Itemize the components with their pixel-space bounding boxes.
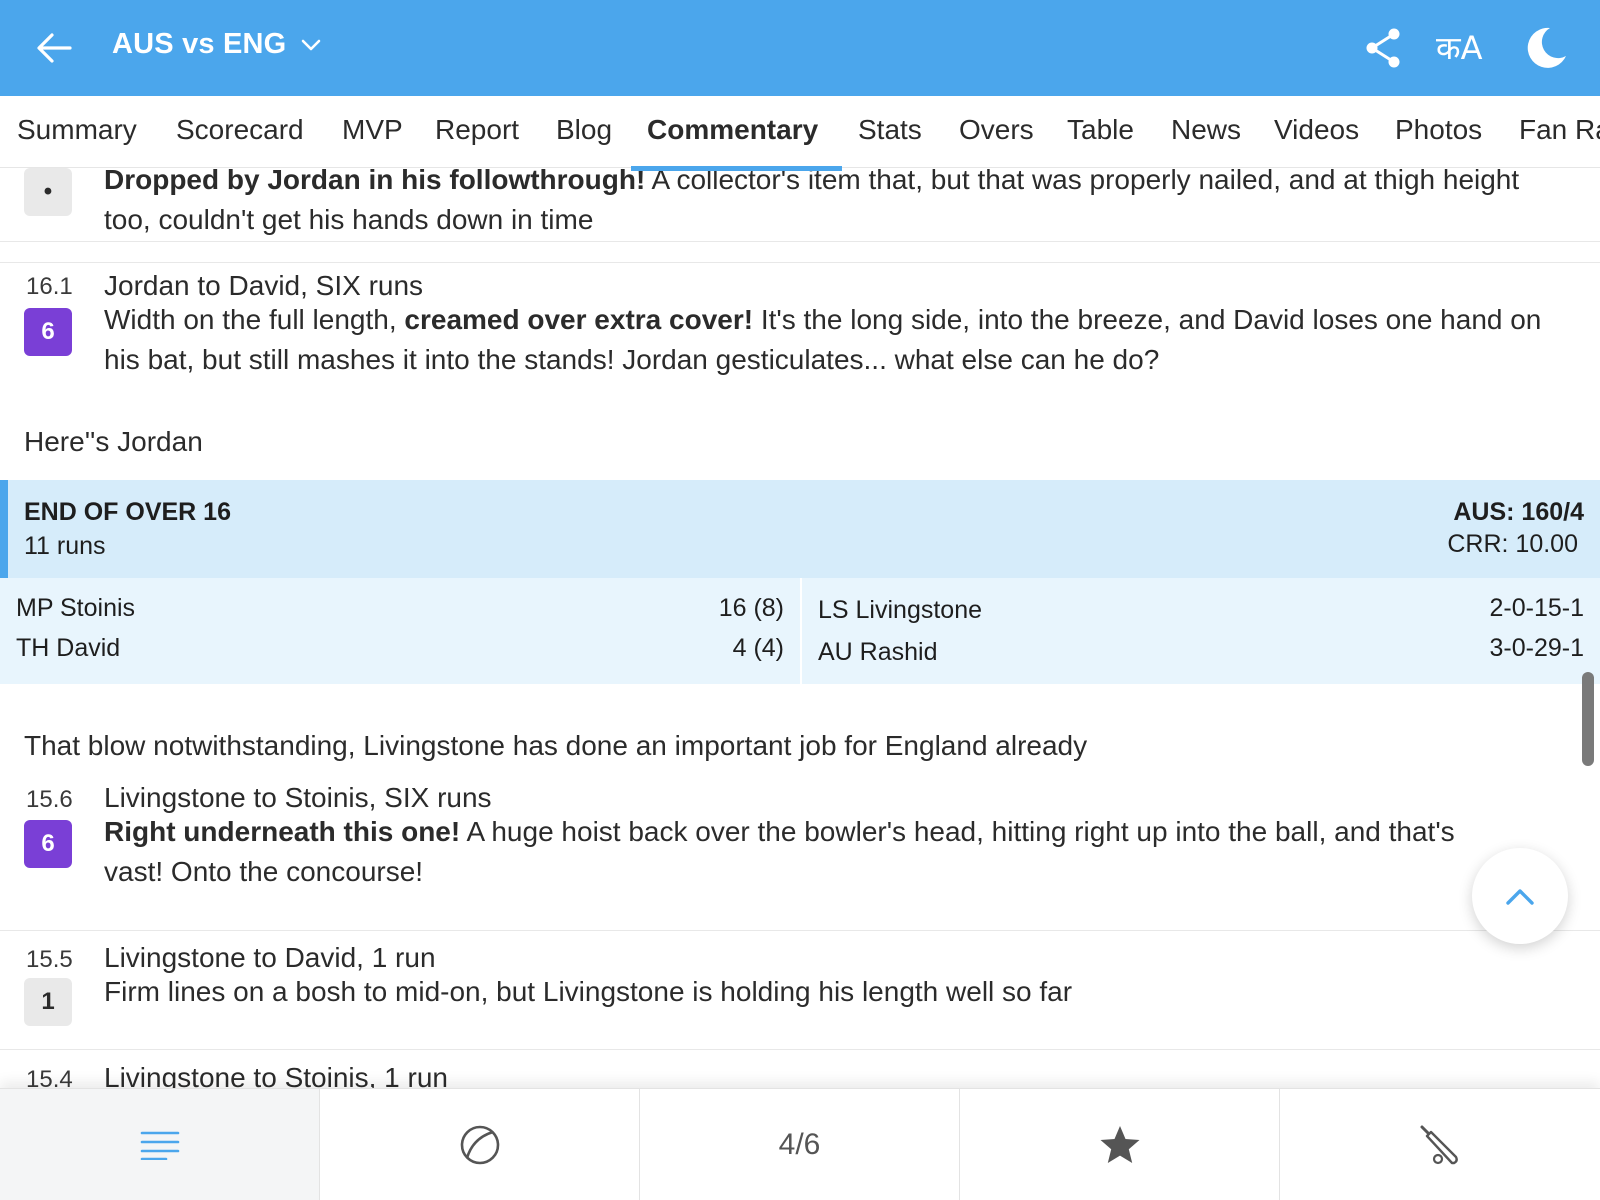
team-score: AUS: 160/4	[1453, 498, 1584, 526]
dark-mode-moon-icon[interactable]	[1522, 24, 1568, 72]
tab-blog[interactable]: Blog	[556, 114, 612, 146]
tab-fan-ratings[interactable]: Fan Ra	[1519, 114, 1600, 146]
star-icon	[1100, 1126, 1139, 1163]
commentary-menu-button[interactable]	[0, 1089, 320, 1200]
commentary-note: That blow notwithstanding, Livingstone h…	[24, 730, 1088, 761]
batter-name: MP Stoinis	[16, 594, 136, 622]
ball-number: 16.1	[26, 273, 73, 300]
commentary-text: Width on the full length, creamed over e…	[104, 300, 1564, 380]
commentary-text: Dropped by Jordan in his followthrough! …	[104, 168, 1564, 240]
match-tabs: Summary Scorecard MVP Report Blog Commen…	[0, 96, 1600, 168]
tab-scorecard[interactable]: Scorecard	[176, 114, 304, 146]
tab-table[interactable]: Table	[1067, 114, 1134, 146]
tab-photos[interactable]: Photos	[1395, 114, 1482, 146]
commentary-item: 15.4 Livingstone to Stoinis, 1 run	[0, 1050, 1600, 1088]
top-app-bar: AUS vs ENG कA	[0, 0, 1600, 96]
page-indicator[interactable]: 4/6	[640, 1089, 960, 1200]
active-tab-indicator	[631, 166, 842, 171]
tab-summary[interactable]: Summary	[17, 114, 137, 146]
scrollbar-thumb[interactable]	[1582, 672, 1594, 766]
commentary-feed[interactable]: • Dropped by Jordan in his followthrough…	[0, 168, 1600, 1088]
ball-headline: Jordan to David, SIX runs	[104, 270, 424, 301]
commentary-highlight: Right underneath this one!	[104, 816, 461, 847]
end-of-over-summary: END OF OVER 16 11 runs AUS: 160/4 CRR: 1…	[0, 480, 1600, 578]
ball-number: 15.4	[26, 1066, 73, 1088]
scroll-to-top-button[interactable]	[1472, 848, 1568, 944]
run-badge: 1	[24, 978, 72, 1026]
bottom-navigation-bar: 4/6	[0, 1088, 1600, 1200]
over-runs: 11 runs	[24, 532, 106, 560]
commentary-highlight: Dropped by Jordan in his followthrough!	[104, 168, 646, 195]
language-toggle-icon[interactable]: कA	[1436, 24, 1496, 72]
over-player-stats: MP Stoinis 16 (8) TH David 4 (4) LS Livi…	[0, 578, 1600, 684]
current-run-rate: CRR: 10.00	[1447, 530, 1578, 558]
commentary-item: • Dropped by Jordan in his followthrough…	[0, 168, 1600, 242]
tab-news[interactable]: News	[1171, 114, 1241, 146]
menu-icon	[140, 1131, 179, 1160]
commentary-highlight: creamed over extra cover!	[404, 304, 754, 335]
batter-name: TH David	[16, 634, 121, 662]
six-badge: 6	[24, 308, 72, 356]
dot-ball-badge: •	[24, 168, 72, 216]
bat-icon	[1420, 1125, 1458, 1165]
match-title-selector[interactable]: AUS vs ENG	[112, 28, 322, 61]
page-indicator-text: 4/6	[778, 1128, 821, 1161]
six-badge: 6	[24, 820, 72, 868]
tab-stats[interactable]: Stats	[858, 114, 922, 146]
bowler-name: LS Livingstone	[818, 596, 983, 624]
batter-score: 4 (4)	[732, 634, 784, 662]
ball-headline: Livingstone to David, 1 run	[104, 942, 436, 973]
ball-headline: Livingstone to Stoinis, SIX runs	[104, 782, 492, 813]
commentary-item: 15.5 1 Livingstone to David, 1 run Firm …	[0, 930, 1600, 1050]
bowler-name: AU Rashid	[818, 638, 938, 666]
tab-commentary[interactable]: Commentary	[647, 114, 818, 146]
ball-number: 15.6	[26, 786, 73, 813]
ball-filter-button[interactable]	[320, 1089, 640, 1200]
ball-number: 15.5	[26, 946, 73, 973]
highlights-button[interactable]	[960, 1089, 1280, 1200]
ball-headline: Livingstone to Stoinis, 1 run	[104, 1062, 448, 1088]
commentary-note: Here''s Jordan	[24, 426, 203, 457]
batter-score: 16 (8)	[718, 594, 784, 622]
tab-report[interactable]: Report	[435, 114, 519, 146]
back-arrow-icon[interactable]	[34, 28, 74, 68]
bowler-figures: 3-0-29-1	[1489, 634, 1585, 662]
chevron-up-icon	[1506, 889, 1534, 905]
commentary-text: Firm lines on a bosh to mid-on, but Livi…	[104, 976, 1073, 1007]
ball-icon	[460, 1125, 499, 1165]
share-icon[interactable]	[1364, 24, 1404, 72]
over-title: END OF OVER 16	[24, 498, 231, 526]
match-title: AUS vs ENG	[112, 28, 287, 60]
commentary-body: Width on the full length,	[104, 304, 405, 335]
chevron-down-icon	[302, 39, 321, 50]
tab-videos[interactable]: Videos	[1274, 114, 1359, 146]
tab-overs[interactable]: Overs	[959, 114, 1034, 146]
batting-filter-button[interactable]	[1280, 1089, 1600, 1200]
bowler-figures: 2-0-15-1	[1489, 594, 1585, 622]
commentary-text: Right underneath this one! A huge hoist …	[104, 812, 1514, 892]
tab-mvp[interactable]: MVP	[342, 114, 403, 146]
